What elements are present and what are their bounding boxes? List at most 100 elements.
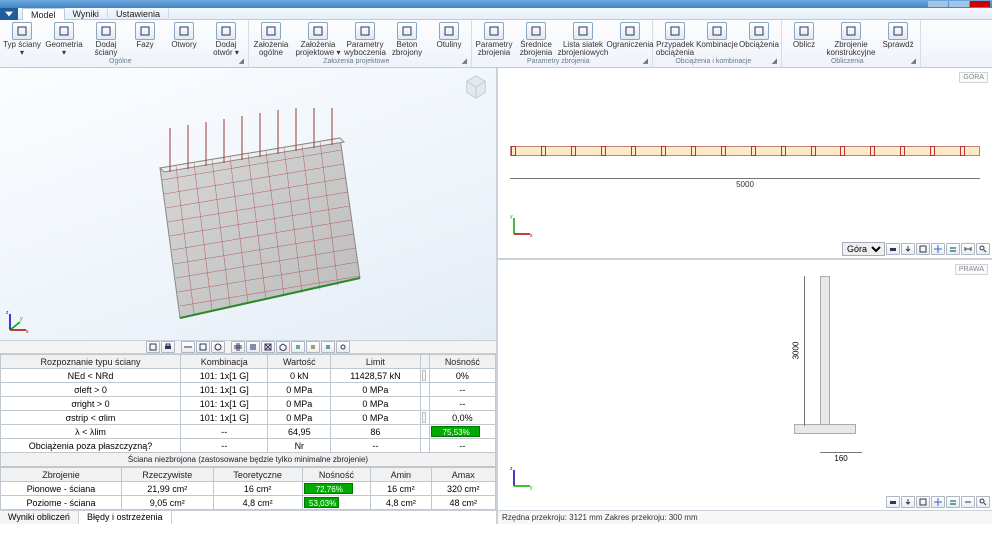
view-mode-1-button[interactable] [181,341,195,353]
table-cell: 4,8 cm² [371,496,432,510]
table-cell: 101: 1x[1 G] [181,369,268,383]
table-cell: 101: 1x[1 G] [181,397,268,411]
fit-button[interactable] [916,496,930,508]
shade-button[interactable] [246,341,260,353]
layer-button[interactable] [946,496,960,508]
ribbon-rc-button[interactable]: Beton zbrojony [387,21,427,57]
group-expand-icon[interactable]: ◢ [911,57,916,67]
ribbon-item-label: Dodaj otwór ▾ [206,41,246,57]
top-button[interactable] [291,341,305,353]
settings-button[interactable] [336,341,350,353]
window-minimize-button[interactable] [928,1,948,7]
window-close-button[interactable] [970,1,990,7]
ribbon-item-label: Geometria ▾ [44,41,84,57]
table-row[interactable]: σstrip < σlim101: 1x[1 G]0 MPa0 MPa0,0% [1,411,496,425]
svg-text:x: x [530,233,533,238]
view-mode-2-button[interactable] [196,341,210,353]
ribbon-mesh-list-button[interactable]: Lista siatek zbrojeniowych [558,21,608,57]
zoom-button[interactable] [976,243,990,255]
table-cell: 0 MPa [331,397,420,411]
table-row[interactable]: σright > 0101: 1x[1 G]0 MPa0 MPa-- [1,397,496,411]
svg-text:z: z [6,310,9,316]
table-row[interactable]: Obciążenia poza płaszczyzną?--Nr---- [1,439,496,453]
cross-section-drawing: 3000 160 [794,276,864,456]
dim-button[interactable] [961,243,975,255]
tab-bledy[interactable]: Błędy i ostrzeżenia [79,511,172,524]
section-side-view[interactable]: PRAWA 3000 160 z y [498,260,992,510]
table-cell: 0 MPa [331,411,420,425]
design-assumptions-icon [308,22,328,40]
zoom-button[interactable] [976,496,990,508]
section-top-view[interactable]: GÓRA 5000 y x GóraDół [498,68,992,260]
ribbon-loads-button[interactable]: Obciążenia [739,21,779,57]
ribbon-group-label: Założenia projektowe◢ [251,57,469,67]
view-3d[interactable]: z x y [0,68,496,340]
calculate-icon [794,22,814,40]
print-button[interactable] [161,341,175,353]
ribbon-calculate-button[interactable]: Oblicz [784,21,824,57]
tab-wyniki[interactable]: Wyniki [65,8,108,20]
view-cube-icon[interactable] [462,72,490,100]
layer-button[interactable] [946,243,960,255]
group-expand-icon[interactable]: ◢ [772,57,777,67]
print-button[interactable] [886,496,900,508]
stirrup-marker [511,146,516,156]
ribbon-phases-button[interactable]: Fazy [128,21,162,57]
ribbon-diameters-button[interactable]: Średnice zbrojenia [516,21,556,57]
tab-ustawienia[interactable]: Ustawienia [108,8,169,20]
ribbon-buckling-button[interactable]: Parametry wyboczenia [345,21,385,57]
export-button[interactable] [901,243,915,255]
ribbon-constr-reinf-button[interactable]: Zbrojenie konstrukcyjne [826,21,876,57]
iso-button[interactable] [276,341,290,353]
wire-button[interactable] [261,341,275,353]
grid-button[interactable] [931,243,945,255]
ribbon-group-1: Założenia ogólneZałożenia projektowe ▾Pa… [249,20,472,67]
window-maximize-button[interactable] [949,1,969,7]
group-expand-icon[interactable]: ◢ [643,57,648,67]
ribbon-add-opening-button[interactable]: Dodaj otwór ▾ [206,21,246,57]
table-cell: 48 cm² [431,496,495,510]
fit-view-button[interactable] [146,341,160,353]
ribbon-cover-button[interactable]: Otuliny [429,21,469,57]
dim-button[interactable] [961,496,975,508]
table-row[interactable]: Pionowe - ściana21,99 cm²16 cm²72,76%16 … [1,482,496,496]
ribbon-item-label: Ograniczenia [606,41,653,49]
grid-button[interactable] [931,496,945,508]
ribbon-assumptions-button[interactable]: Założenia ogólne [251,21,291,57]
table-row[interactable]: λ < λlim--64,958675,53% [1,425,496,439]
view-mode-3-button[interactable] [211,341,225,353]
ribbon-item-label: Zbrojenie konstrukcyjne [826,41,876,57]
ribbon-combinations-button[interactable]: Kombinacje [697,21,737,57]
ribbon-limits-button[interactable]: Ograniczenia [610,21,650,57]
ribbon-wall-type-button[interactable]: Typ ściany ▾ [2,21,42,57]
constr-reinf-icon [841,22,861,40]
tab-wyniki-obliczen[interactable]: Wyniki obliczeń [0,511,79,524]
ribbon-design-assumptions-button[interactable]: Założenia projektowe ▾ [293,21,343,57]
main-area: z x y Rozpoznanie typu śc [0,68,992,524]
table-row[interactable]: σleft > 0101: 1x[1 G]0 MPa0 MPa-- [1,383,496,397]
table-cell: -- [181,439,268,453]
tab-model[interactable]: Model [22,8,65,20]
table-row[interactable]: NEd < NRd101: 1x[1 G]0 kN11428,57 kN0% [1,369,496,383]
app-menu-button[interactable] [0,8,18,20]
table-row[interactable]: Poziome - ściana9,05 cm²4,8 cm²53,03%4,8… [1,496,496,510]
fit-button[interactable] [916,243,930,255]
section-face-select[interactable]: GóraDół [842,242,885,256]
ribbon-openings-button[interactable]: Otwory [164,21,204,57]
ribbon-add-wall-button[interactable]: Dodaj ściany [86,21,126,57]
group-expand-icon[interactable]: ◢ [462,57,467,67]
ribbon-load-case-button[interactable]: Przypadek obciążenia [655,21,695,57]
stirrup-marker [691,146,696,156]
ribbon-reinf-params-button[interactable]: Parametry zbrojenia [474,21,514,57]
grid-button[interactable] [231,341,245,353]
group-expand-icon[interactable]: ◢ [239,57,244,67]
ribbon-item-label: Sprawdź [882,41,913,49]
export-button[interactable] [901,496,915,508]
table-cell: 16 cm² [213,482,302,496]
ribbon-geometry-button[interactable]: Geometria ▾ [44,21,84,57]
ribbon-check-button[interactable]: Sprawdź [878,21,918,57]
print-button[interactable] [886,243,900,255]
stirrup-marker [601,146,606,156]
side-button[interactable] [321,341,335,353]
front-button[interactable] [306,341,320,353]
